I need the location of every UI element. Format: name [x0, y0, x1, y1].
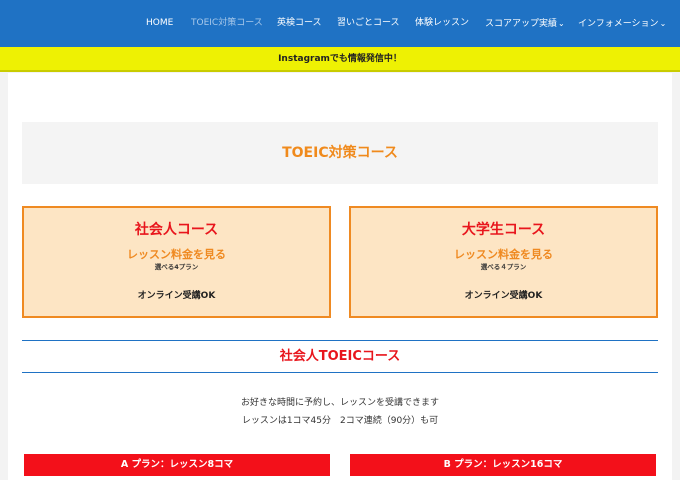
plan-count-label: 選べる4プラン	[154, 263, 199, 271]
section-description-line-1: お好きな時間に予約し、レッスンを受講できます	[240, 398, 439, 408]
online-ok-label: オンライン受講OK	[137, 291, 216, 301]
view-fees-link[interactable]: レッスン料金を見る	[24, 248, 329, 262]
chevron-down-icon: ⌄	[558, 19, 565, 28]
instagram-banner[interactable]: Instagramでも情報発信中！	[0, 47, 680, 72]
nav-score-up[interactable]: スコアアップ実績⌄	[485, 18, 565, 30]
chevron-down-icon: ⌄	[659, 19, 667, 28]
page-title: TOEIC対策コース	[22, 122, 658, 184]
nav-trial-lesson[interactable]: 体験レッスン	[415, 18, 469, 29]
plan-count-label: 選べる４プラン	[480, 263, 527, 271]
section-description-line-2: レッスンは1コマ45分 2コマ連続（90分）も可	[241, 416, 439, 426]
plan-a-button[interactable]: A プラン：レッスン8コマ	[24, 454, 330, 476]
course-title: 大学生コース	[461, 222, 546, 238]
online-ok-label: オンライン受講OK	[464, 291, 543, 301]
course-card-university[interactable]: 大学生コース レッスン料金を見る 選べる４プラン オンライン受講OK	[349, 206, 658, 318]
nav-toeic-course[interactable]: TOEIC対策コース	[191, 18, 263, 29]
nav-lessons-course[interactable]: 習いごとコース	[337, 18, 400, 29]
nav-home[interactable]: HOME	[146, 18, 173, 29]
plan-b-button[interactable]: B プラン：レッスン16コマ	[350, 454, 656, 476]
nav-information-label: インフォメーション	[578, 19, 659, 29]
course-title: 社会人コース	[134, 222, 219, 238]
section-heading: 社会人TOEICコース	[22, 340, 658, 373]
view-fees-link[interactable]: レッスン料金を見る	[351, 248, 656, 262]
nav-score-up-label: スコアアップ実績	[485, 19, 558, 29]
nav-eiken-course[interactable]: 英検コース	[277, 18, 322, 29]
nav-information[interactable]: インフォメーション⌄	[578, 18, 666, 30]
top-nav: HOME TOEIC対策コース 英検コース 習いごとコース 体験レッスン スコア…	[0, 0, 680, 47]
course-card-working-adults[interactable]: 社会人コース レッスン料金を見る 選べる4プラン オンライン受講OK	[22, 206, 331, 318]
